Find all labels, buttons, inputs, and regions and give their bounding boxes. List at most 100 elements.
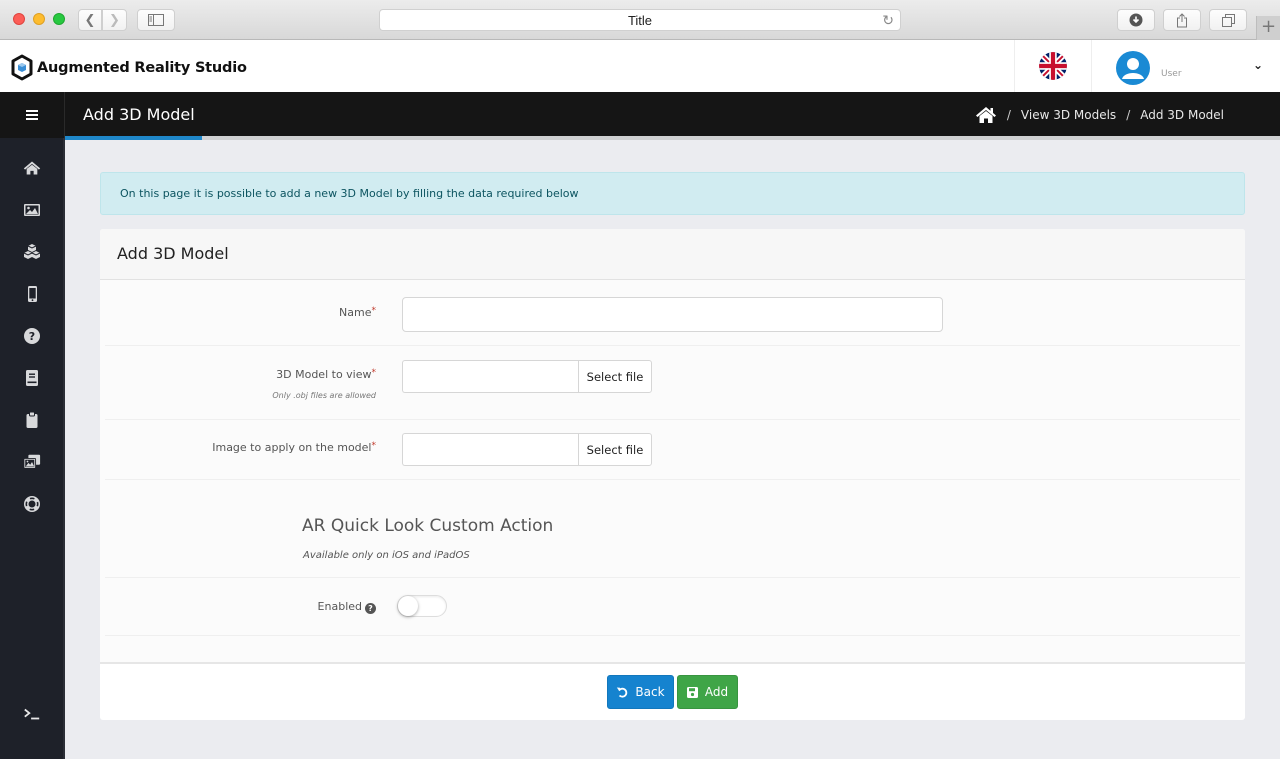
image-file-label: Image to apply on the model* <box>212 441 376 454</box>
app-header: Augmented Reality Studio User ⌄ <box>0 40 1280 92</box>
info-alert-text: On this page it is possible to add a new… <box>120 187 579 200</box>
form-actions: Back Add <box>100 666 1245 720</box>
sidebar-item-documents[interactable] <box>0 357 63 399</box>
language-selector[interactable] <box>1014 40 1092 92</box>
downloads-button[interactable] <box>1117 9 1155 31</box>
svg-text:?: ? <box>28 330 34 343</box>
model-file-picker: Select file <box>402 360 652 393</box>
sidebar-item-clipboard[interactable] <box>0 399 63 441</box>
back-button[interactable]: Back <box>607 675 674 709</box>
divider <box>105 577 1240 578</box>
ar-section-subtitle: Available only on iOS and iPadOS <box>303 550 470 561</box>
browser-back-button[interactable]: ❮ <box>78 9 102 31</box>
chevron-left-icon: ❮ <box>84 12 96 28</box>
question-circle-icon: ? <box>23 328 40 344</box>
title-underline <box>65 136 1280 140</box>
home-icon[interactable] <box>975 106 997 124</box>
share-button[interactable] <box>1163 9 1201 31</box>
info-alert: On this page it is possible to add a new… <box>100 172 1245 215</box>
breadcrumb-view-3d-models[interactable]: View 3D Models <box>1021 108 1116 122</box>
chevron-down-icon[interactable]: ⌄ <box>1253 58 1263 72</box>
sidebar: ? <box>0 138 65 759</box>
browser-forward-button[interactable]: ❯ <box>102 9 127 31</box>
name-input[interactable] <box>402 297 943 332</box>
image-file-picker: Select file <box>402 433 652 466</box>
show-tabs-button[interactable] <box>1209 9 1247 31</box>
menu-toggle-button[interactable] <box>0 92 65 138</box>
download-icon <box>1129 13 1143 27</box>
minimize-window-button[interactable] <box>33 13 45 25</box>
sidebar-icon <box>148 14 164 26</box>
logo-icon <box>11 54 33 81</box>
new-tab-button[interactable]: + <box>1256 16 1280 40</box>
model-file-label: 3D Model to view* <box>276 368 376 381</box>
app-name: Augmented Reality Studio <box>37 59 247 76</box>
image-icon <box>23 204 40 216</box>
clipboard-icon <box>26 411 37 428</box>
user-avatar[interactable] <box>1116 51 1150 85</box>
browser-toolbar: ❮ ❯ Title ↻ + <box>0 0 1280 40</box>
life-ring-icon <box>23 496 40 512</box>
required-mark: * <box>371 441 377 451</box>
hamburger-icon <box>26 110 38 120</box>
sidebar-item-help[interactable]: ? <box>0 315 63 357</box>
sidebar-terminal-button[interactable] <box>0 693 63 735</box>
sidebar-item-support[interactable] <box>0 483 63 525</box>
tab-title: Title <box>627 12 653 28</box>
page-title: Add 3D Model <box>83 105 195 124</box>
user-icon <box>1122 58 1144 79</box>
sidebar-item-galleries[interactable] <box>0 441 63 483</box>
enabled-label: Enabled? <box>318 600 376 614</box>
sidebar-item-images[interactable] <box>0 189 63 231</box>
question-circle-icon[interactable]: ? <box>365 603 376 614</box>
form-row-image: Image to apply on the model* Select file <box>105 420 1240 480</box>
browser-sidebar-button[interactable] <box>137 9 175 31</box>
sidebar-item-devices[interactable] <box>0 273 63 315</box>
cubes-icon <box>23 244 40 259</box>
form-row-name: Name* <box>105 280 1240 346</box>
save-icon <box>686 686 698 698</box>
chevron-right-icon: ❯ <box>109 12 120 28</box>
breadcrumb-separator: / <box>1006 108 1011 122</box>
model-file-input[interactable] <box>402 360 578 393</box>
sidebar-item-3d-models[interactable] <box>0 231 63 273</box>
required-mark: * <box>371 368 377 378</box>
home-icon <box>23 161 40 175</box>
divider <box>105 635 1240 636</box>
add-button[interactable]: Add <box>677 675 738 709</box>
reload-icon[interactable]: ↻ <box>882 12 894 29</box>
card-title: Add 3D Model <box>100 229 1245 280</box>
mobile-icon <box>27 286 37 302</box>
tabs-icon <box>1221 13 1235 27</box>
uk-flag-icon <box>1039 52 1067 80</box>
model-select-file-button[interactable]: Select file <box>578 360 652 393</box>
back-button-label: Back <box>635 685 665 699</box>
app-logo[interactable]: Augmented Reality Studio <box>10 54 247 81</box>
breadcrumb-separator: / <box>1126 108 1131 122</box>
model-file-hint: Only .obj files are allowed <box>272 391 376 400</box>
breadcrumb: / View 3D Models / Add 3D Model <box>975 106 1224 124</box>
ar-section-title: AR Quick Look Custom Action <box>302 516 554 536</box>
user-name[interactable]: User <box>1161 69 1182 79</box>
page-titlebar: Add 3D Model / View 3D Models / Add 3D M… <box>0 92 1280 138</box>
image-select-file-button[interactable]: Select file <box>578 433 652 466</box>
share-icon <box>1177 12 1187 27</box>
name-label: Name* <box>339 306 376 319</box>
form-row-3d-model: 3D Model to view* Only .obj files are al… <box>105 346 1240 420</box>
breadcrumb-current: Add 3D Model <box>1140 108 1224 122</box>
image-file-input[interactable] <box>402 433 578 466</box>
maximize-window-button[interactable] <box>53 13 65 25</box>
add-model-form: Name* 3D Model to view* Only .obj files … <box>100 280 1245 664</box>
undo-icon <box>617 687 628 698</box>
toggle-knob <box>398 596 418 616</box>
images-icon <box>22 454 40 469</box>
address-bar[interactable]: Title ↻ <box>379 9 901 31</box>
terminal-icon <box>23 708 39 720</box>
plus-icon: + <box>1260 16 1277 37</box>
add-button-label: Add <box>704 685 729 699</box>
sidebar-item-home[interactable] <box>0 147 63 189</box>
required-mark: * <box>371 306 377 316</box>
close-window-button[interactable] <box>13 13 25 25</box>
book-icon <box>25 370 38 386</box>
ar-enabled-toggle[interactable] <box>397 595 447 617</box>
